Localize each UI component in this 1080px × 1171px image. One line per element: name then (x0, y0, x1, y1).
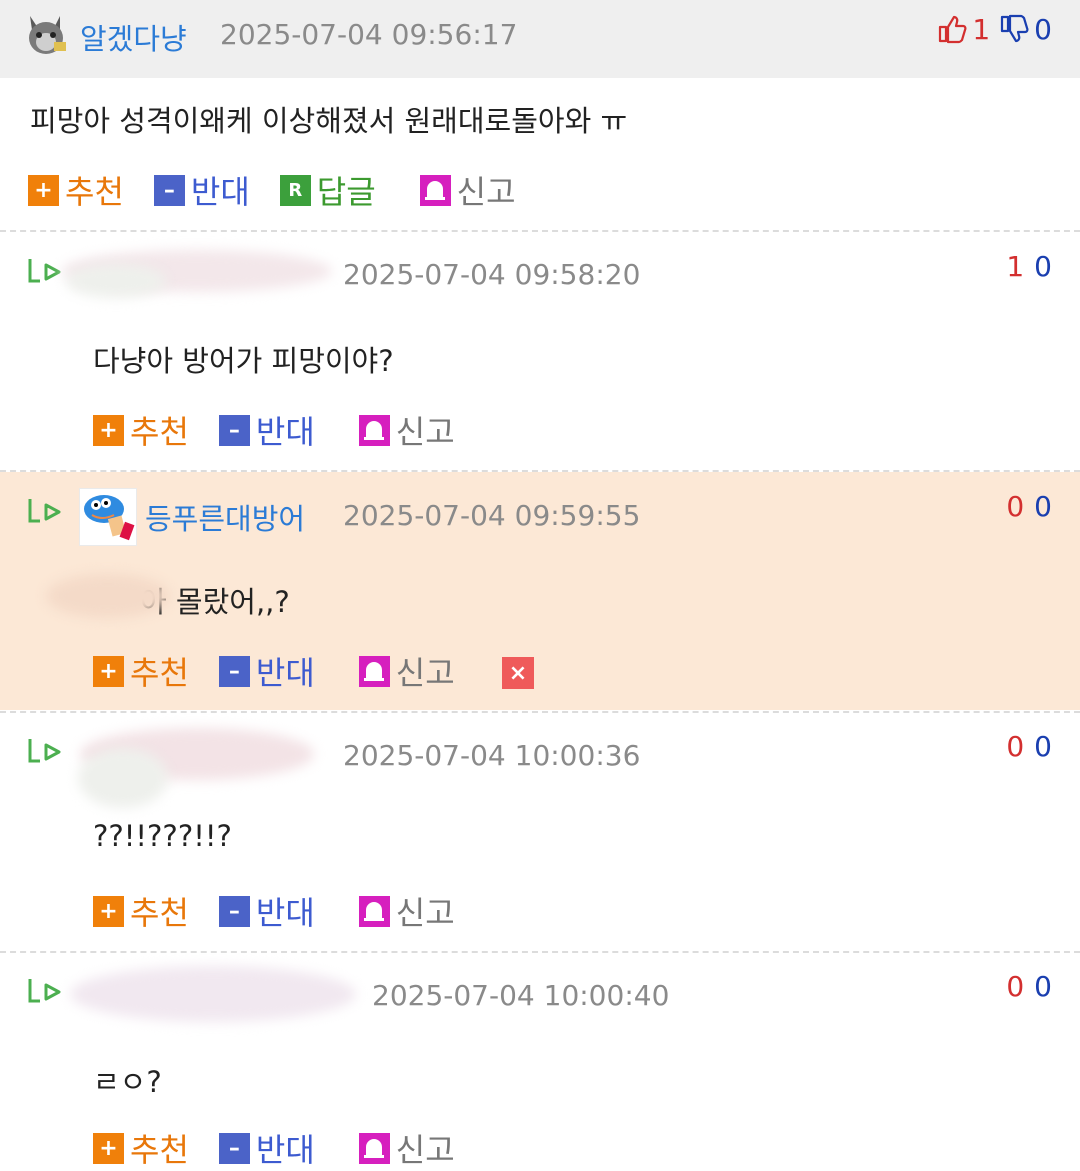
comment-nickname[interactable]: 등푸른대방어 (145, 496, 305, 538)
siren-icon (419, 174, 451, 206)
comment-actions: + 추천 – 반대 신고 (93, 888, 485, 934)
plus-icon: + (93, 895, 124, 927)
report-button[interactable]: 신고 (419, 167, 516, 213)
post-nickname[interactable]: 알겠다냥 (80, 16, 187, 58)
oppose-label: 반대 (255, 894, 315, 932)
recommend-button[interactable]: + 추천 (28, 167, 124, 213)
report-label: 신고 (395, 894, 455, 932)
report-button[interactable]: 신고 (358, 1125, 455, 1171)
siren-icon (358, 414, 390, 446)
reply-arrow-icon (28, 259, 61, 283)
post-date: 2025-07-04 09:56:17 (220, 18, 518, 51)
comment-actions: + 추천 – 반대 신고 (93, 1125, 485, 1171)
comment-votes: 0 0 (1006, 490, 1052, 523)
oppose-button[interactable]: – 반대 (153, 167, 250, 213)
minus-icon: – (218, 1132, 250, 1164)
reply-label: 답글 (316, 173, 376, 211)
recommend-button[interactable]: + 추천 (93, 888, 189, 934)
recommend-button[interactable]: + 추천 (93, 407, 189, 453)
reply-r-icon: R (279, 174, 311, 206)
siren-icon (358, 895, 390, 927)
comment-actions: + 추천 – 반대 신고 (93, 648, 485, 694)
report-label: 신고 (395, 1131, 455, 1169)
plus-icon: + (93, 655, 124, 687)
report-label: 신고 (395, 413, 455, 451)
report-label: 신고 (395, 654, 455, 692)
comment-votes: 1 0 (1006, 250, 1052, 283)
redacted-avatar (66, 264, 166, 298)
oppose-label: 반대 (255, 654, 315, 692)
comment-down-count: 0 (1034, 490, 1052, 523)
redacted-avatar (78, 748, 168, 808)
report-label: 신고 (456, 173, 516, 211)
recommend-label: 추천 (130, 894, 189, 932)
minus-icon: – (218, 895, 250, 927)
reply-arrow-icon (28, 979, 61, 1003)
minus-icon: – (218, 655, 250, 687)
report-button[interactable]: 신고 (358, 407, 455, 453)
post-actions: + 추천 – 반대 R 답글 신고 (28, 167, 546, 213)
oppose-label: 반대 (255, 413, 315, 451)
comment-up-count: 0 (1006, 970, 1025, 1003)
comment-up-count: 1 (1006, 250, 1025, 283)
report-button[interactable]: 신고 (358, 648, 455, 694)
post-votes: 1 0 (936, 12, 1052, 46)
divider (0, 951, 1080, 953)
comment-down-count: 0 (1034, 730, 1052, 763)
recommend-button[interactable]: + 추천 (93, 648, 189, 694)
recommend-button[interactable]: + 추천 (93, 1125, 189, 1171)
plus-icon: + (93, 414, 124, 446)
plus-icon: + (93, 1132, 124, 1164)
recommend-label: 추천 (130, 654, 189, 692)
cat-avatar-icon[interactable] (24, 12, 68, 58)
comment-up-count: 0 (1006, 490, 1025, 523)
redacted-nickname (70, 966, 356, 1022)
minus-icon: – (218, 414, 250, 446)
reply-button[interactable]: R 답글 (279, 167, 376, 213)
fish-avatar-icon[interactable] (79, 488, 137, 546)
oppose-button[interactable]: – 반대 (218, 888, 315, 934)
post-header: 알겠다냥 2025-07-04 09:56:17 1 0 (0, 0, 1080, 78)
post-up-count: 1 (972, 12, 991, 46)
thumbs-down-icon[interactable] (998, 13, 1030, 45)
post-content: 피망아 성격이왜케 이상해졌서 원래대로돌아와 ㅠ (30, 104, 628, 138)
recommend-label: 추천 (130, 413, 189, 451)
comment-date: 2025-07-04 10:00:36 (343, 739, 641, 772)
comment-content: ㄹㅇ? (93, 1065, 162, 1099)
delete-button[interactable]: × (502, 657, 534, 689)
plus-icon: + (28, 174, 59, 206)
comment-content: ??!!???!!? (93, 819, 232, 853)
oppose-button[interactable]: – 반대 (218, 407, 315, 453)
comment-votes: 0 0 (1006, 970, 1052, 1003)
divider (0, 230, 1080, 232)
comment-actions: + 추천 – 반대 신고 (93, 407, 485, 453)
comment-votes: 0 0 (1006, 730, 1052, 763)
comment-date: 2025-07-04 09:58:20 (343, 258, 641, 291)
comment-content: 다냥아 방어가 피망이야? (93, 344, 394, 378)
thumbs-up-icon[interactable] (936, 13, 968, 45)
oppose-label: 반대 (255, 1131, 315, 1169)
post-down-count: 0 (1034, 12, 1052, 46)
minus-icon: – (153, 174, 185, 206)
siren-icon (358, 1132, 390, 1164)
siren-icon (358, 655, 390, 687)
oppose-label: 반대 (190, 173, 250, 211)
recommend-label: 추천 (65, 173, 124, 211)
comment-down-count: 0 (1034, 250, 1052, 283)
oppose-button[interactable]: – 반대 (218, 648, 315, 694)
comment-date: 2025-07-04 10:00:40 (372, 979, 670, 1012)
oppose-button[interactable]: – 반대 (218, 1125, 315, 1171)
redacted-text (46, 574, 170, 618)
report-button[interactable]: 신고 (358, 888, 455, 934)
close-icon: × (508, 660, 528, 686)
reply-arrow-icon (28, 739, 61, 763)
comment-down-count: 0 (1034, 970, 1052, 1003)
comment-date: 2025-07-04 09:59:55 (343, 499, 641, 532)
comment-up-count: 0 (1006, 730, 1025, 763)
divider (0, 711, 1080, 713)
reply-arrow-icon (28, 499, 61, 523)
recommend-label: 추천 (130, 1131, 189, 1169)
